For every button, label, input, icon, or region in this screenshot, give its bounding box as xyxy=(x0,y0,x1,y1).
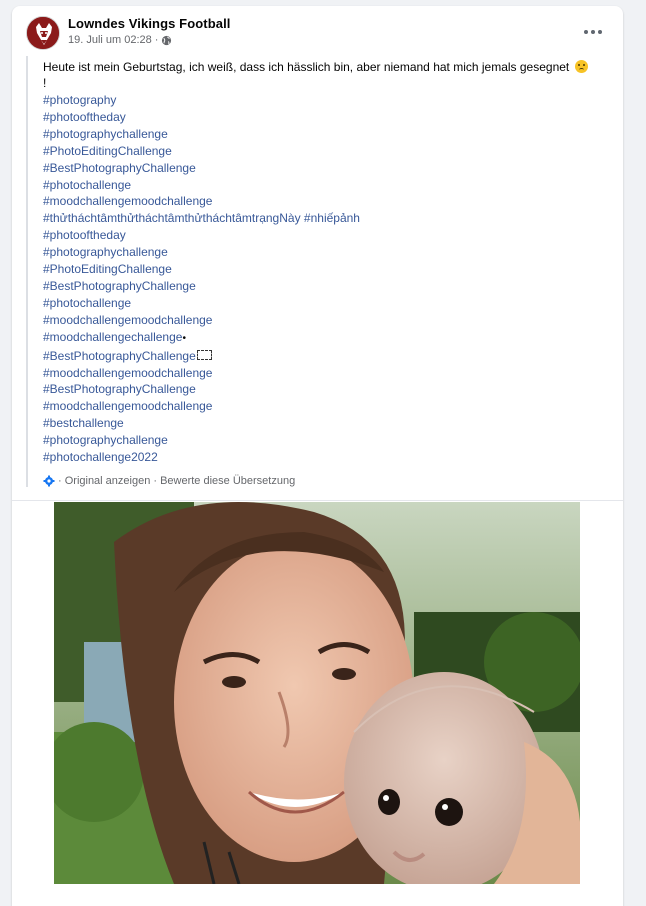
hashtag-link[interactable]: #bestchallenge xyxy=(43,415,612,432)
post-text-end: ! xyxy=(43,76,47,90)
hashtag-link[interactable]: #PhotoEditingChallenge xyxy=(43,261,612,278)
hashtag-list: #photography #photooftheday #photography… xyxy=(43,92,612,466)
gear-icon xyxy=(43,475,55,487)
hashtag-link[interactable]: #photochallenge2022 xyxy=(43,449,612,466)
post-text: Heute ist mein Geburtstag, ich weiß, das… xyxy=(43,59,612,91)
hashtag-link[interactable]: #photochallenge xyxy=(43,295,612,312)
page-avatar[interactable] xyxy=(26,16,60,50)
globe-icon xyxy=(162,35,172,45)
translation-row: · Original anzeigen · Bewerte diese Über… xyxy=(43,475,612,487)
hashtag-link[interactable]: #PhotoEditingChallenge xyxy=(43,143,612,160)
hashtag-link[interactable]: #moodchallengemoodchallenge xyxy=(43,398,612,415)
show-original-link[interactable]: · Original anzeigen xyxy=(58,475,150,487)
photo-container xyxy=(12,502,623,906)
hashtag-line: #moodchallengechallenge• xyxy=(43,329,612,348)
hashtag-link[interactable]: #moodchallengemoodchallenge xyxy=(43,312,612,329)
hashtag-link[interactable]: #BestPhotographyChallenge xyxy=(43,349,196,363)
meta-separator: · xyxy=(154,34,159,46)
hashtag-link[interactable]: #photographychallenge xyxy=(43,126,612,143)
hashtag-link[interactable]: #photooftheday xyxy=(43,109,612,126)
viking-logo-icon xyxy=(27,17,59,49)
page-name-link[interactable]: Lowndes Vikings Football xyxy=(68,16,231,31)
more-dot xyxy=(591,30,595,34)
post-photo[interactable] xyxy=(54,502,580,884)
hashtag-link[interactable]: #thửtháchtâmthửtháchtâmthửtháchtâmtrạngN… xyxy=(43,211,301,225)
hashtag-link[interactable]: #photochallenge xyxy=(43,177,612,194)
bullet-mark: • xyxy=(182,332,186,344)
post-body: Heute ist mein Geburtstag, ich weiß, das… xyxy=(26,56,612,487)
more-horizontal-icon xyxy=(584,30,588,34)
post-meta: 19. Juli um 02:28 · xyxy=(68,34,172,46)
hashtag-link[interactable]: #photographychallenge xyxy=(43,432,612,449)
hashtag-link[interactable]: #moodchallengemoodchallenge xyxy=(43,193,612,210)
hashtag-link[interactable]: #nhiếpảnh xyxy=(304,211,360,225)
post-header: Lowndes Vikings Football 19. Juli um 02:… xyxy=(12,6,623,56)
hashtag-link[interactable]: #moodchallengechallenge xyxy=(43,330,182,344)
rate-translation-link[interactable]: · Bewerte diese Übersetzung xyxy=(153,475,295,487)
hashtag-line: #BestPhotographyChallenge xyxy=(43,348,612,365)
sad-face-emoji xyxy=(574,60,588,73)
missing-glyph-icon xyxy=(196,349,212,360)
hashtag-line: #thửtháchtâmthửtháchtâmthửtháchtâmtrạngN… xyxy=(43,210,612,227)
post-card: Lowndes Vikings Football 19. Juli um 02:… xyxy=(12,6,623,906)
hashtag-link[interactable]: #photography xyxy=(43,92,612,109)
hashtag-link[interactable]: #photooftheday xyxy=(43,227,612,244)
hashtag-link[interactable]: #BestPhotographyChallenge xyxy=(43,278,612,295)
hashtag-link[interactable]: #moodchallengemoodchallenge xyxy=(43,365,612,382)
post-text-main: Heute ist mein Geburtstag, ich weiß, das… xyxy=(43,60,570,74)
hashtag-link[interactable]: #photographychallenge xyxy=(43,244,612,261)
more-options-button[interactable] xyxy=(581,22,605,42)
hashtag-link[interactable]: #BestPhotographyChallenge xyxy=(43,160,612,177)
hashtag-link[interactable]: #BestPhotographyChallenge xyxy=(43,381,612,398)
divider xyxy=(12,500,623,501)
more-dot xyxy=(598,30,602,34)
post-timestamp[interactable]: 19. Juli um 02:28 xyxy=(68,34,152,46)
photo-illustration xyxy=(54,502,580,884)
